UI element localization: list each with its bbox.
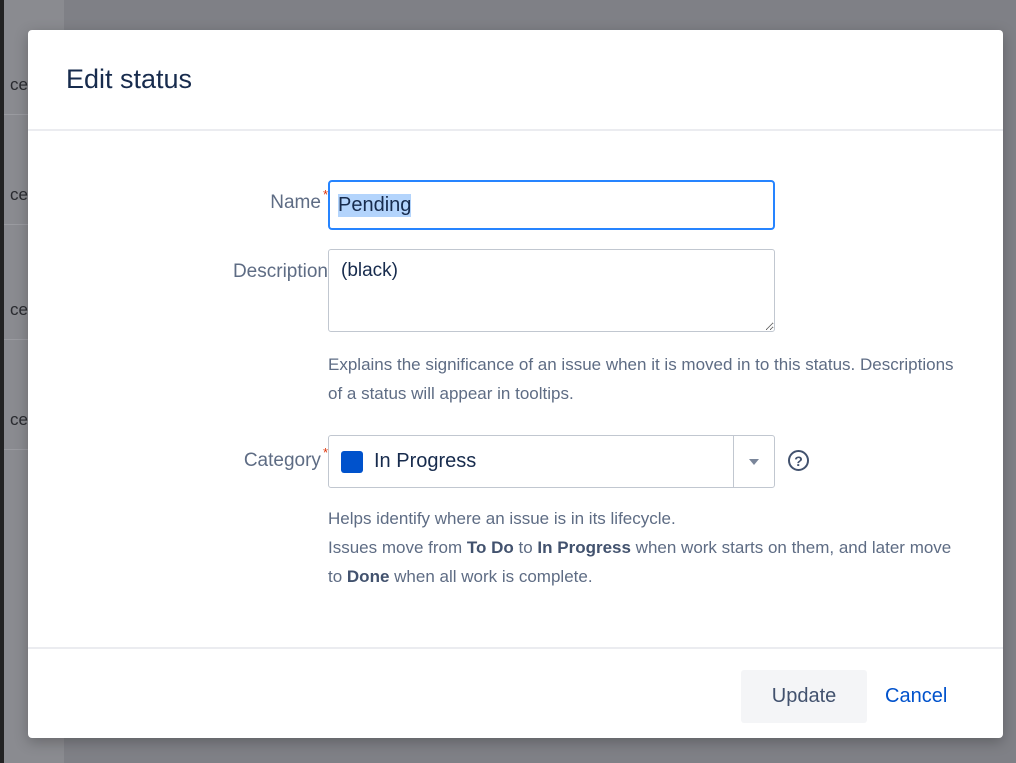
- dialog-title: Edit status: [66, 64, 193, 94]
- name-input[interactable]: [328, 180, 775, 230]
- chevron-down-icon: [749, 458, 759, 465]
- dialog-footer: Update Cancel: [28, 647, 1003, 738]
- category-select-value: In Progress: [374, 450, 477, 472]
- help-text-segment: Issues move from: [328, 538, 467, 557]
- edit-status-dialog: Edit status Name* Description (black) Ex…: [28, 30, 1003, 738]
- category-help-line-2: Issues move from To Do to In Progress wh…: [328, 533, 968, 591]
- help-text-segment: to: [513, 538, 538, 557]
- edit-status-form: Name* Description (black) Explains the s…: [28, 131, 1003, 647]
- description-textarea[interactable]: (black): [328, 249, 775, 332]
- name-label-text: Name: [270, 192, 321, 213]
- description-help-text: Explains the significance of an issue wh…: [328, 355, 954, 403]
- dialog-header: Edit status: [28, 30, 1003, 131]
- help-text-bold-todo: To Do: [466, 538, 514, 557]
- category-label-text: Category: [243, 450, 321, 471]
- category-select[interactable]: In Progress: [328, 435, 775, 488]
- category-help-line-1: Helps identify where an issue is in its …: [328, 509, 676, 528]
- category-dropdown-toggle[interactable]: [733, 436, 774, 487]
- category-color-swatch: [341, 450, 363, 473]
- name-label: Name *: [270, 187, 328, 214]
- description-label: Description: [232, 261, 328, 282]
- category-help-text: Helps identify where an issue is in its …: [328, 504, 968, 591]
- help-text-segment: when all work is complete.: [389, 567, 593, 586]
- cancel-link[interactable]: Cancel: [885, 685, 947, 708]
- help-text-bold-done: Done: [346, 567, 390, 586]
- help-icon[interactable]: ?: [788, 450, 809, 471]
- update-button[interactable]: Update: [741, 670, 867, 723]
- help-text-bold-in-progress: In Progress: [537, 538, 631, 557]
- category-label: Category *: [243, 445, 328, 472]
